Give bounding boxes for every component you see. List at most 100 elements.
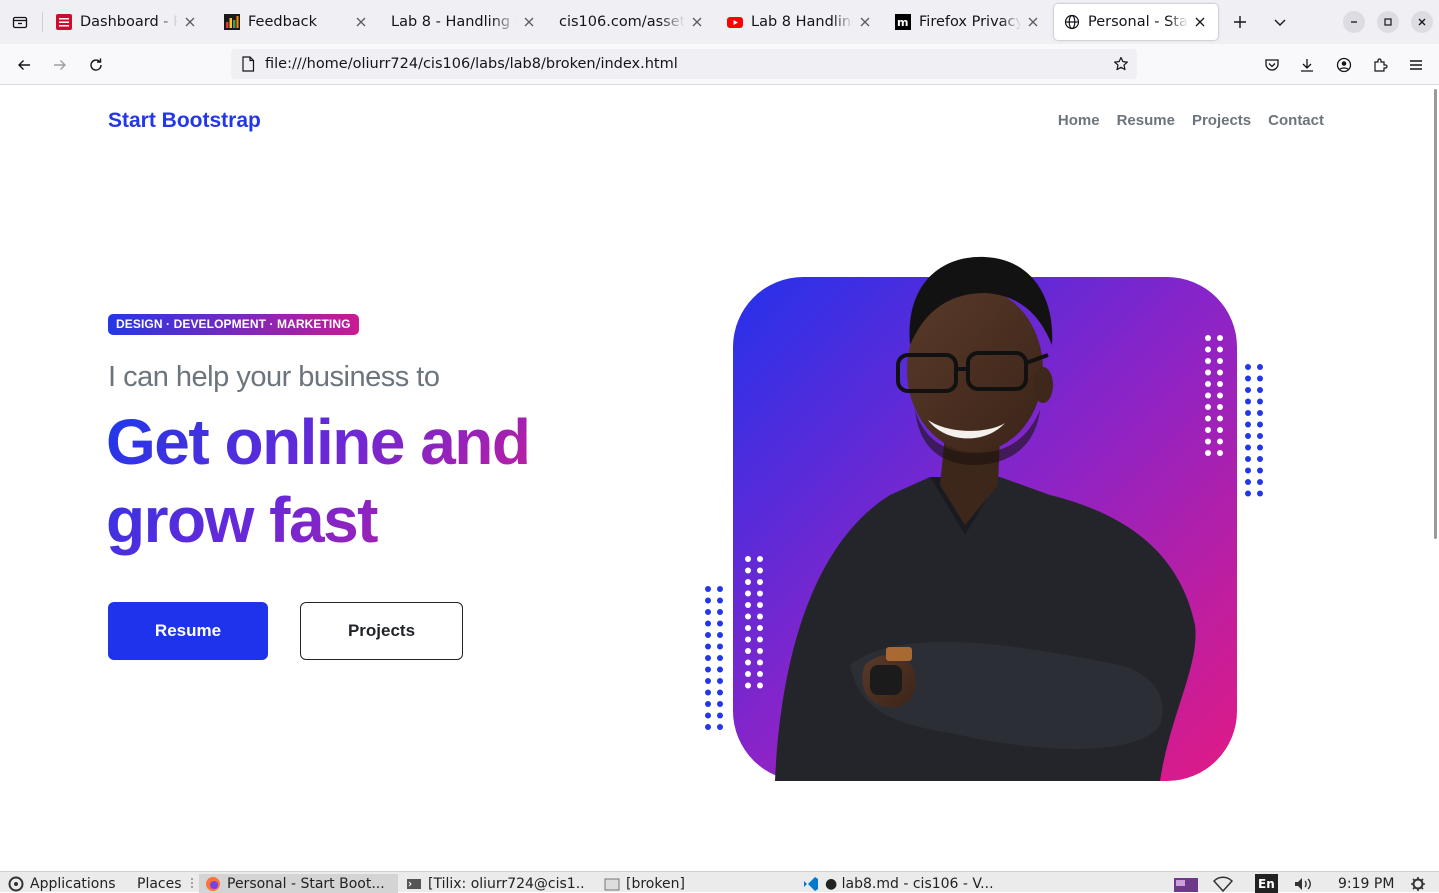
decor-dot bbox=[717, 678, 723, 684]
decor-dot bbox=[745, 579, 751, 585]
tab-separator bbox=[42, 12, 43, 32]
hero-profile-image bbox=[705, 256, 1263, 781]
panel-handle[interactable] bbox=[190, 874, 196, 893]
decor-dot bbox=[1245, 410, 1251, 416]
tab-dashboard[interactable]: Dashboard - Pass bbox=[46, 4, 208, 40]
tab-title: cis106.com/assets/l bbox=[559, 14, 685, 30]
close-icon[interactable] bbox=[689, 14, 705, 30]
applications-menu[interactable]: Applications bbox=[8, 874, 116, 893]
maximize-icon[interactable] bbox=[1377, 11, 1399, 33]
tab-list-icon[interactable] bbox=[8, 10, 32, 34]
decor-dot bbox=[757, 682, 763, 689]
nav-link-contact[interactable]: Contact bbox=[1268, 112, 1324, 129]
taskbar-item-firefox[interactable]: Personal - Start Boot... bbox=[199, 874, 398, 893]
decor-dot bbox=[717, 643, 723, 650]
tab-cis106-assets[interactable]: cis106.com/assets/l bbox=[549, 4, 715, 40]
tab-lab8-handling-files[interactable]: Lab 8 - Handling file bbox=[381, 4, 547, 40]
back-arrow-icon[interactable] bbox=[11, 52, 37, 78]
download-icon[interactable] bbox=[1294, 52, 1320, 78]
close-icon[interactable] bbox=[857, 14, 873, 30]
decor-dot bbox=[1245, 398, 1251, 405]
decor-dot bbox=[705, 701, 711, 707]
close-icon[interactable] bbox=[521, 14, 537, 30]
decor-dot bbox=[757, 579, 763, 585]
places-menu[interactable]: Places bbox=[137, 874, 182, 893]
decor-dot bbox=[1217, 392, 1223, 399]
decor-dot bbox=[1217, 346, 1223, 353]
tab-lab8-youtube[interactable]: Lab 8 Handling t bbox=[717, 4, 883, 40]
projects-button[interactable]: Projects bbox=[300, 602, 463, 660]
bookmark-star-icon[interactable] bbox=[1111, 54, 1131, 74]
feedback-chart-icon bbox=[224, 14, 240, 30]
decor-dot bbox=[757, 613, 763, 620]
decor-dot bbox=[757, 625, 763, 631]
close-icon[interactable] bbox=[353, 14, 369, 30]
decor-dot bbox=[745, 556, 751, 562]
decor-dot bbox=[705, 712, 711, 719]
navigation-toolbar: file:///home/oliurr724/cis106/labs/lab8/… bbox=[0, 44, 1439, 85]
decor-dot bbox=[745, 682, 751, 689]
taskbar-item-folder[interactable]: [broken] bbox=[604, 874, 704, 893]
decor-dot bbox=[745, 625, 751, 631]
decor-dot bbox=[717, 597, 723, 604]
decor-dot bbox=[757, 659, 763, 666]
decor-dot bbox=[717, 666, 723, 673]
decor-dot bbox=[705, 597, 711, 604]
keyboard-layout-indicator[interactable]: En bbox=[1255, 874, 1278, 893]
decor-dot bbox=[1245, 375, 1251, 382]
nav-link-home[interactable]: Home bbox=[1058, 112, 1100, 129]
decor-dot bbox=[757, 648, 763, 654]
taskbar-item-vscode[interactable]: ● lab8.md - cis106 - V... bbox=[803, 874, 993, 893]
decor-dot bbox=[717, 655, 723, 661]
reload-icon[interactable] bbox=[83, 52, 109, 78]
new-tab-icon[interactable] bbox=[1228, 10, 1252, 34]
forward-arrow-icon[interactable] bbox=[47, 52, 73, 78]
decor-dot bbox=[1205, 404, 1211, 410]
window-close-icon[interactable] bbox=[1411, 11, 1433, 33]
decor-dot bbox=[717, 609, 723, 615]
decor-dot bbox=[1245, 456, 1251, 462]
decor-dot bbox=[1257, 421, 1263, 428]
network-wifi-icon[interactable] bbox=[1213, 874, 1233, 893]
tab-title: Firefox Privacy N bbox=[919, 14, 1021, 30]
decor-dot bbox=[1257, 444, 1263, 451]
clock[interactable]: 9:19 PM bbox=[1338, 874, 1394, 893]
resume-button[interactable]: Resume bbox=[108, 602, 268, 660]
tab-personal-start-bootstrap[interactable]: Personal - Start B bbox=[1054, 4, 1218, 40]
close-icon[interactable] bbox=[1025, 14, 1041, 30]
decor-dot bbox=[745, 602, 751, 608]
decor-dot bbox=[757, 556, 763, 562]
nav-link-resume[interactable]: Resume bbox=[1117, 112, 1175, 129]
decor-dot bbox=[1205, 381, 1211, 387]
pocket-icon[interactable] bbox=[1259, 52, 1285, 78]
tab-title: Feedback bbox=[248, 14, 318, 30]
url-text[interactable]: file:///home/oliurr724/cis106/labs/lab8/… bbox=[265, 56, 678, 72]
decor-dot bbox=[745, 613, 751, 620]
close-icon[interactable] bbox=[182, 14, 198, 30]
hamburger-menu-icon[interactable] bbox=[1403, 52, 1429, 78]
tab-firefox-privacy[interactable]: m Firefox Privacy N bbox=[885, 4, 1051, 40]
extensions-icon[interactable] bbox=[1367, 52, 1393, 78]
minimize-icon[interactable] bbox=[1343, 11, 1365, 33]
volume-icon[interactable] bbox=[1293, 874, 1315, 893]
decor-dot bbox=[705, 666, 711, 673]
account-icon[interactable] bbox=[1331, 52, 1357, 78]
chevron-down-icon[interactable] bbox=[1268, 10, 1292, 34]
decor-dot bbox=[1257, 456, 1263, 462]
nav-link-projects[interactable]: Projects bbox=[1192, 112, 1251, 129]
tab-feedback[interactable]: Feedback bbox=[214, 4, 379, 40]
site-brand[interactable]: Start Bootstrap bbox=[108, 109, 261, 133]
taskbar-item-terminal[interactable]: [Tilix: oliurr724@cis1... bbox=[406, 874, 586, 893]
close-icon[interactable] bbox=[1192, 14, 1208, 30]
decor-dot bbox=[1257, 479, 1263, 485]
watch-strap bbox=[886, 647, 912, 661]
ear bbox=[1033, 367, 1053, 403]
decor-dot bbox=[1257, 387, 1263, 393]
scrollbar-thumb[interactable] bbox=[1434, 89, 1437, 539]
power-settings-icon[interactable] bbox=[1410, 874, 1426, 893]
url-bar[interactable]: file:///home/oliurr724/cis106/labs/lab8/… bbox=[231, 49, 1137, 79]
workspace-switcher-icon[interactable] bbox=[1174, 874, 1198, 893]
wristwatch bbox=[870, 665, 902, 695]
decor-dot bbox=[1217, 404, 1223, 410]
decor-dot bbox=[717, 586, 723, 592]
